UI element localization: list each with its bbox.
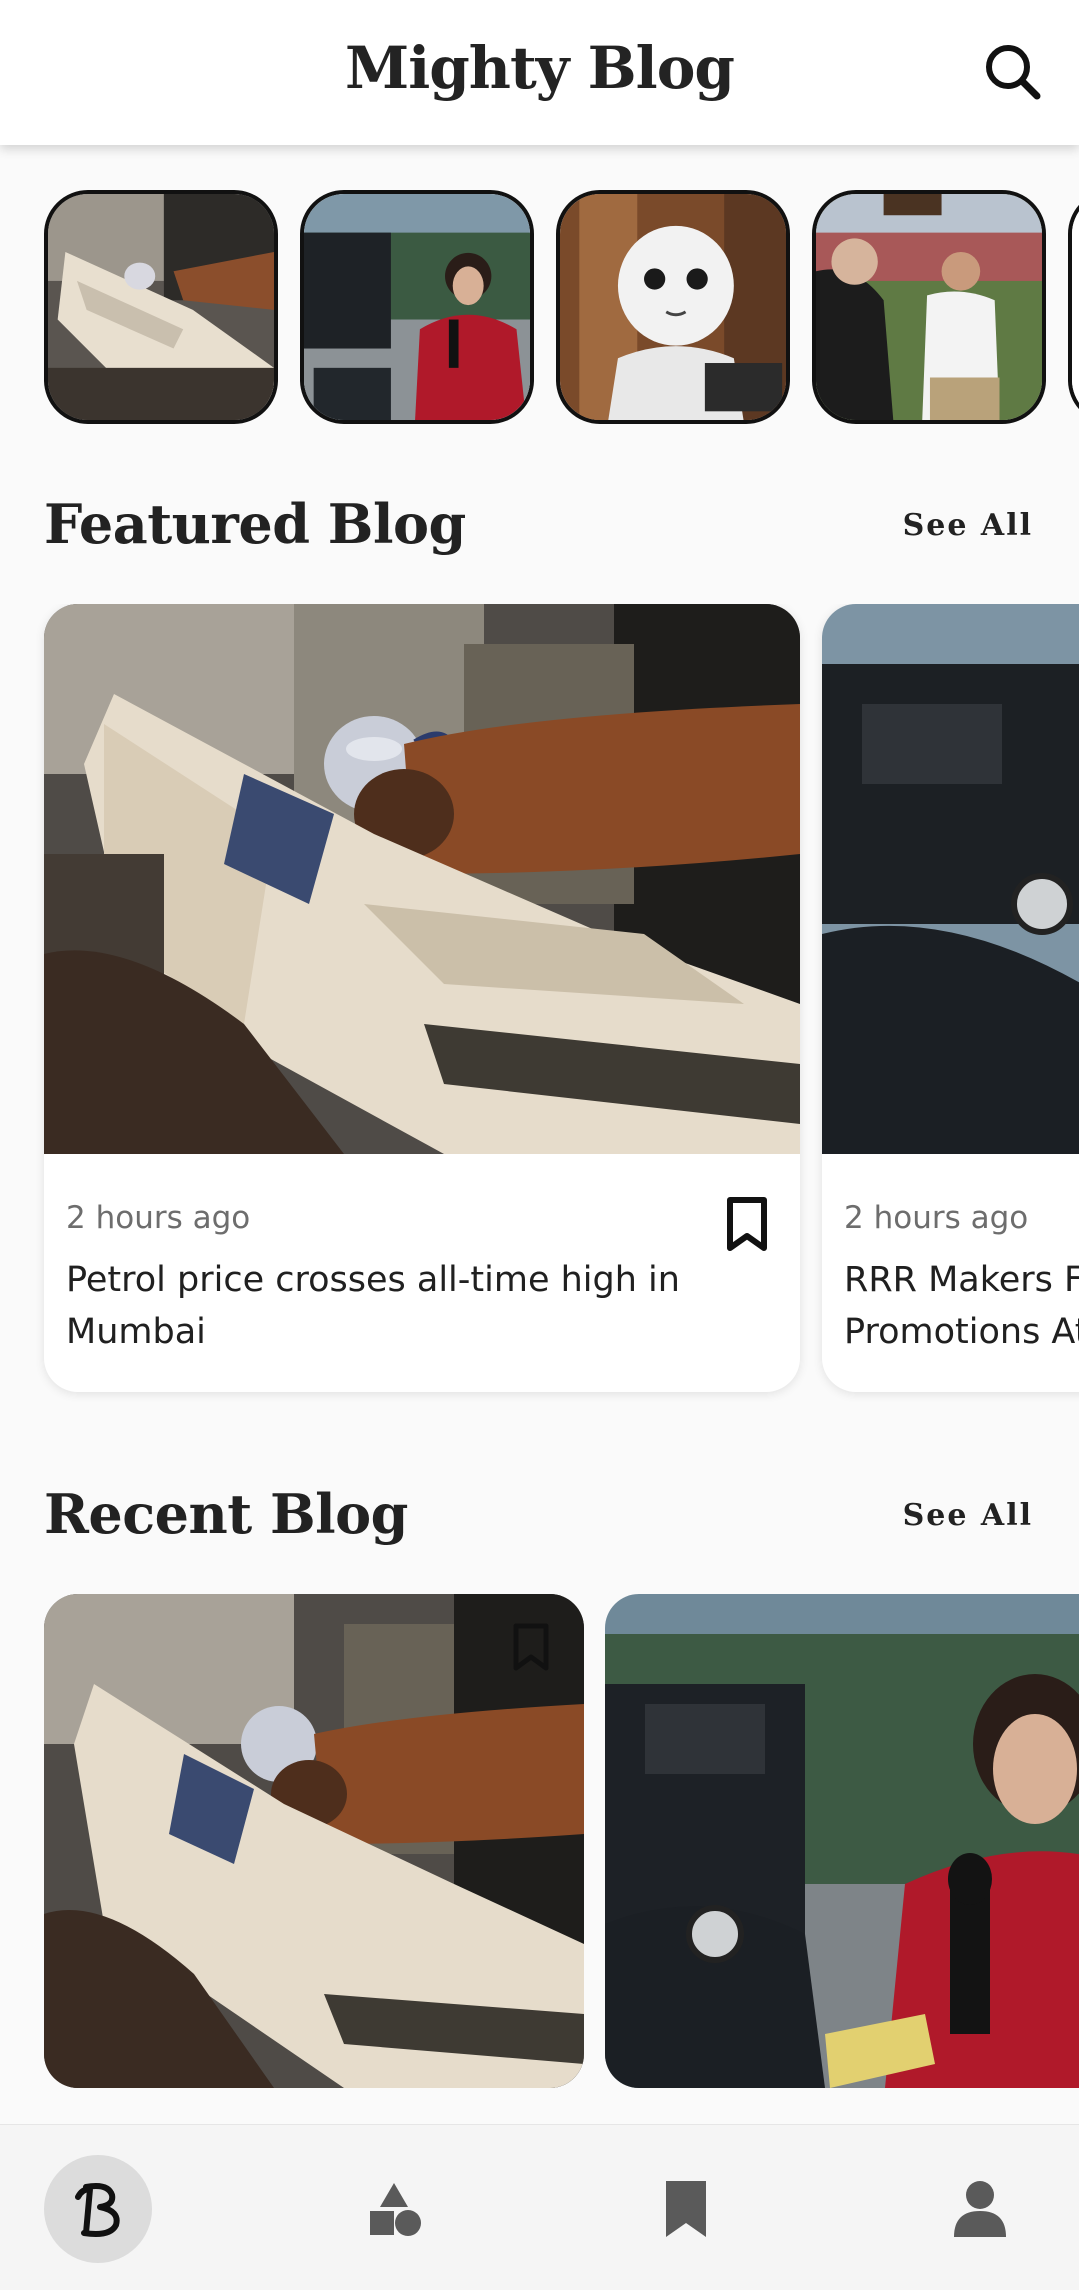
bookmark-icon[interactable] bbox=[726, 1196, 768, 1252]
featured-see-all-link[interactable]: See All bbox=[903, 508, 1033, 543]
story-handshake[interactable] bbox=[812, 190, 1046, 424]
headline-line-2: Promotions At bbox=[844, 1312, 1079, 1352]
nav-categories[interactable] bbox=[340, 2155, 448, 2263]
bottom-navigation bbox=[0, 2124, 1079, 2290]
app-header: Mighty Blog bbox=[0, 0, 1079, 145]
featured-card[interactable]: 2 hours ago Petrol price crosses all-tim… bbox=[44, 604, 800, 1392]
featured-card-headline[interactable]: Petrol price crosses all-time high in Mu… bbox=[66, 1254, 746, 1358]
headline-line-2: Mumbai bbox=[66, 1312, 206, 1352]
featured-card-image bbox=[822, 604, 1079, 1154]
app-title: Mighty Blog bbox=[345, 34, 735, 102]
recent-card[interactable] bbox=[44, 1594, 584, 2088]
recent-card-image bbox=[605, 1594, 1079, 2088]
featured-section-title: Featured Blog bbox=[44, 492, 466, 556]
recent-card-image bbox=[44, 1594, 584, 2088]
stories-carousel[interactable] bbox=[0, 190, 1079, 425]
recent-carousel[interactable] bbox=[0, 1594, 1079, 2124]
featured-card[interactable]: 2 hours ago RRR Makers Fo Promotions At bbox=[822, 604, 1079, 1392]
headline-line-1: Petrol price crosses all-time high in bbox=[66, 1260, 680, 1300]
recent-card[interactable] bbox=[605, 1594, 1079, 2088]
shapes-icon bbox=[370, 2183, 421, 2236]
recent-section-title: Recent Blog bbox=[44, 1482, 408, 1546]
featured-carousel[interactable]: 2 hours ago Petrol price crosses all-tim… bbox=[0, 604, 1079, 1404]
search-icon bbox=[986, 45, 1041, 100]
story-robot[interactable] bbox=[556, 190, 790, 424]
blog-logo-icon bbox=[75, 2183, 120, 2237]
nav-bookmarks[interactable] bbox=[632, 2155, 740, 2263]
featured-card-time: 2 hours ago bbox=[844, 1200, 1029, 1236]
featured-card-image bbox=[44, 604, 800, 1154]
recent-see-all-link[interactable]: See All bbox=[903, 1498, 1033, 1533]
search-button[interactable] bbox=[983, 42, 1043, 102]
headline-line-1: RRR Makers Fo bbox=[844, 1260, 1079, 1300]
nav-profile[interactable] bbox=[926, 2155, 1034, 2263]
person-icon bbox=[954, 2181, 1006, 2237]
featured-card-time: 2 hours ago bbox=[66, 1200, 251, 1236]
story-newspaper[interactable] bbox=[44, 190, 278, 424]
story-reporter[interactable] bbox=[300, 190, 534, 424]
nav-home[interactable] bbox=[44, 2155, 152, 2263]
story-next[interactable] bbox=[1068, 190, 1079, 424]
bookmark-icon[interactable] bbox=[512, 1622, 550, 1672]
featured-card-headline[interactable]: RRR Makers Fo Promotions At bbox=[844, 1254, 1079, 1358]
bookmark-icon bbox=[666, 2181, 706, 2237]
